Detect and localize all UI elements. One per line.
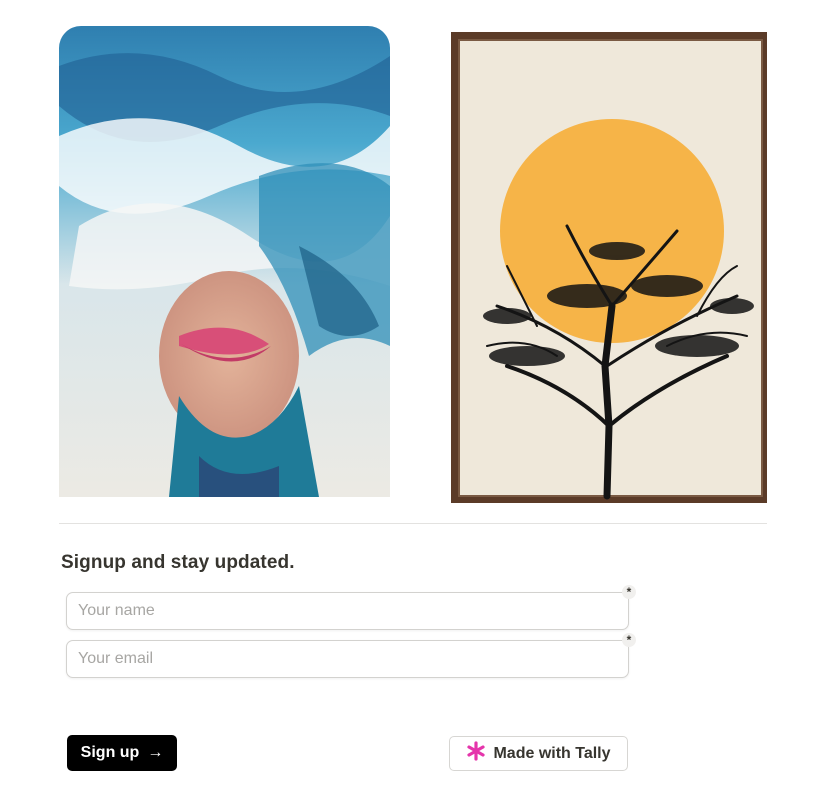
required-asterisk: * bbox=[622, 633, 636, 647]
sign-up-label: Sign up bbox=[80, 744, 140, 761]
sign-up-button[interactable]: Sign up → bbox=[67, 735, 177, 771]
tally-asterisk-icon bbox=[466, 741, 486, 766]
name-input[interactable] bbox=[66, 592, 629, 630]
name-field-wrapper: * bbox=[66, 585, 636, 630]
form-heading: Signup and stay updated. bbox=[61, 552, 295, 573]
arrow-right-icon: → bbox=[147, 744, 164, 761]
sunset-tree-print bbox=[437, 26, 767, 503]
email-field-wrapper: * bbox=[66, 633, 636, 678]
section-divider bbox=[59, 523, 767, 524]
ocean-face-painting bbox=[59, 26, 390, 497]
required-asterisk: * bbox=[622, 585, 636, 599]
tally-badge-label: Made with Tally bbox=[493, 744, 611, 762]
sunset-tree-print-image bbox=[437, 26, 767, 503]
made-with-tally-badge[interactable]: Made with Tally bbox=[449, 736, 628, 771]
email-input[interactable] bbox=[66, 640, 629, 678]
ocean-face-painting-image bbox=[59, 26, 390, 497]
